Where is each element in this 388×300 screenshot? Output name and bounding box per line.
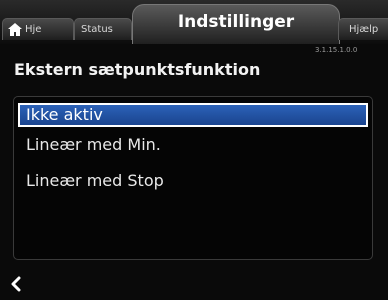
tab-bar: Hje Status Indstillinger Hjælp: [0, 0, 388, 44]
tab-settings-label: Indstillinger: [177, 12, 295, 32]
tab-status-label: Status: [81, 24, 113, 35]
menu-number: 3.1.15.1.0.0: [315, 46, 358, 54]
tab-status[interactable]: Status: [74, 18, 132, 40]
option-item-linear-stop[interactable]: Lineær med Stop: [18, 169, 368, 193]
page-title: Ekstern sætpunktsfunktion: [14, 60, 261, 79]
option-label: Lineær med Stop: [26, 171, 164, 190]
option-label: Lineær med Min.: [26, 135, 161, 154]
home-icon: [8, 23, 22, 36]
tab-settings[interactable]: Indstillinger: [132, 4, 340, 44]
option-list: Ikke aktiv Lineær med Min. Lineær med St…: [13, 96, 373, 260]
option-item-ikke-aktiv[interactable]: Ikke aktiv: [18, 103, 368, 127]
tab-help[interactable]: Hjælp: [338, 18, 388, 40]
back-arrow-icon[interactable]: [10, 276, 22, 292]
tab-home-label: Hje: [25, 24, 42, 35]
option-item-linear-min[interactable]: Lineær med Min.: [18, 133, 368, 157]
tab-help-label: Hjælp: [349, 24, 379, 35]
option-label: Ikke aktiv: [26, 105, 103, 124]
tab-home[interactable]: Hje: [2, 18, 74, 40]
